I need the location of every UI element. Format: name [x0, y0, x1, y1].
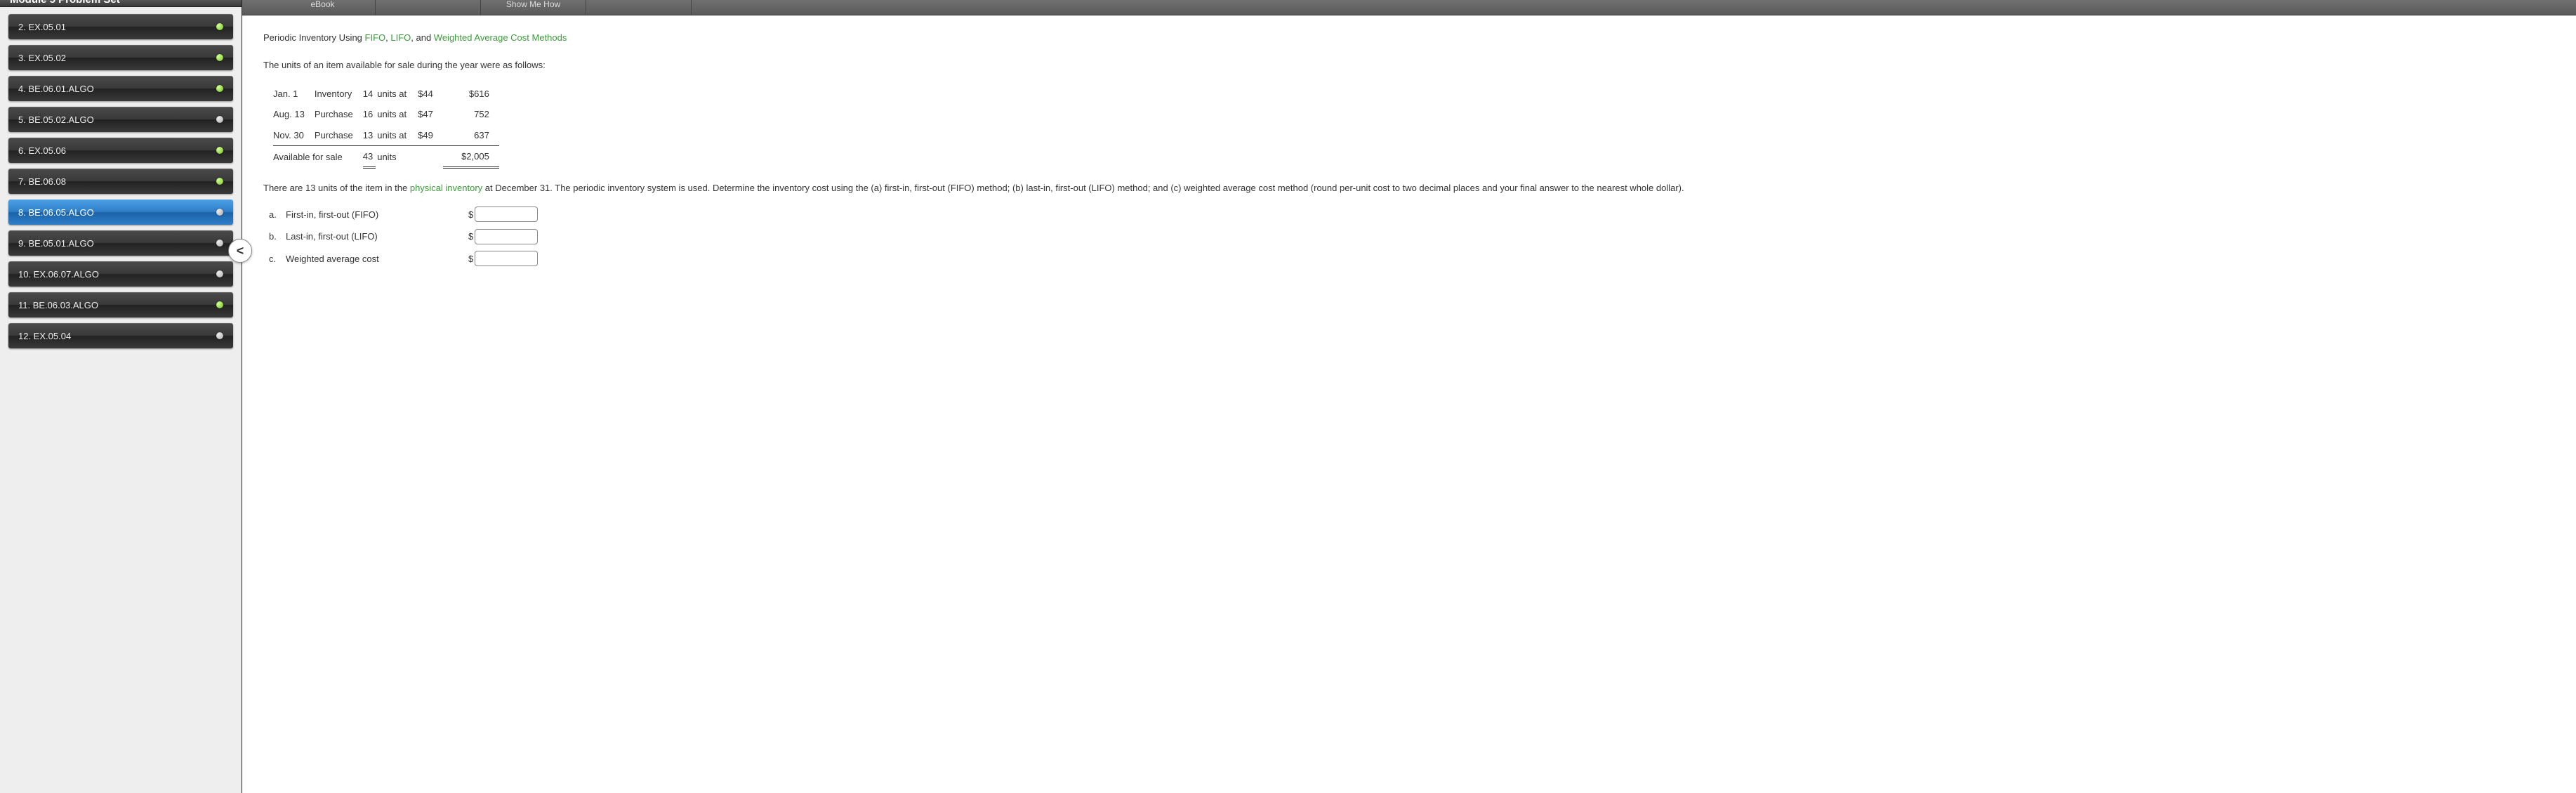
sidebar-item-label: 2. EX.05.01: [18, 22, 216, 32]
check-icon: [216, 85, 223, 92]
sidebar-collapse-button[interactable]: <: [228, 239, 252, 263]
currency-symbol: $: [468, 228, 473, 244]
sidebar-item[interactable]: 2. EX.05.01: [8, 14, 233, 39]
link-physical-inventory[interactable]: physical inventory: [410, 183, 482, 193]
tab-ebook[interactable]: eBook: [270, 0, 376, 15]
check-icon: [216, 301, 223, 308]
sidebar-item-label: 9. BE.05.01.ALGO: [18, 238, 216, 249]
answer-letter: a.: [269, 207, 286, 223]
sidebar-item-label: 3. EX.05.02: [18, 53, 216, 63]
toolbar: eBook Show Me How: [242, 0, 2576, 15]
sidebar-item-label: 4. BE.06.01.ALGO: [18, 84, 216, 94]
dot-icon: [216, 116, 223, 123]
question-body: There are 13 units of the item in the ph…: [263, 180, 2555, 196]
sidebar-list[interactable]: 2. EX.05.01 3. EX.05.02 4. BE.06.01.ALGO 5.…: [0, 7, 242, 793]
sidebar-item[interactable]: 6. EX.05.06: [8, 138, 233, 163]
tab-blank2[interactable]: [586, 0, 692, 15]
answer-label: Last-in, first-out (LIFO): [286, 228, 468, 244]
sidebar-item[interactable]: 11. BE.06.03.ALGO: [8, 292, 233, 317]
main-panel: eBook Show Me How Periodic Inventory Usi…: [242, 0, 2576, 793]
sidebar-item-label: 5. BE.05.02.ALGO: [18, 114, 216, 125]
tab-blank[interactable]: [376, 0, 481, 15]
check-icon: [216, 147, 223, 154]
inventory-table: Jan. 1Inventory14units at$44$616Aug. 13P…: [273, 84, 499, 169]
answer-row: c.Weighted average cost$: [269, 251, 2555, 267]
dot-icon: [216, 270, 223, 277]
answer-input-2[interactable]: [475, 251, 538, 266]
sidebar-item[interactable]: 12. EX.05.04: [8, 323, 233, 348]
intro-text: The units of an item available for sale …: [263, 57, 2555, 73]
answer-input-1[interactable]: [475, 229, 538, 244]
tab-show-me-how[interactable]: Show Me How: [481, 0, 586, 15]
sidebar-item[interactable]: 5. BE.05.02.ALGO: [8, 107, 233, 132]
answer-letter: c.: [269, 251, 286, 267]
sidebar-item-label: 6. EX.05.06: [18, 145, 216, 156]
sidebar-item-label: 10. EX.06.07.ALGO: [18, 269, 216, 280]
sidebar-item-label: 12. EX.05.04: [18, 331, 216, 341]
answer-input-0[interactable]: [475, 207, 538, 222]
table-row: Jan. 1Inventory14units at$44$616: [273, 84, 499, 104]
link-fifo[interactable]: FIFO: [365, 32, 386, 43]
sidebar-title: Module 5 Problem Set: [0, 0, 242, 7]
sidebar-item[interactable]: 7. BE.06.08: [8, 169, 233, 194]
content: Periodic Inventory Using FIFO, LIFO, and…: [242, 15, 2576, 793]
table-total-row: Available for sale43units$2,005: [273, 145, 499, 167]
answer-row: a.First-in, first-out (FIFO)$: [269, 207, 2555, 223]
link-lifo[interactable]: LIFO: [390, 32, 411, 43]
sidebar-item[interactable]: 4. BE.06.01.ALGO: [8, 76, 233, 101]
link-wac[interactable]: Weighted Average Cost Methods: [434, 32, 567, 43]
question-heading: Periodic Inventory Using FIFO, LIFO, and…: [263, 30, 2555, 46]
dot-icon: [216, 240, 223, 247]
check-icon: [216, 54, 223, 61]
sidebar-item-label: 11. BE.06.03.ALGO: [18, 300, 216, 310]
currency-symbol: $: [468, 251, 473, 267]
answers: a.First-in, first-out (FIFO)$b.Last-in, …: [269, 207, 2555, 267]
dot-icon: [216, 332, 223, 339]
sidebar-item[interactable]: 3. EX.05.02: [8, 45, 233, 70]
answer-label: Weighted average cost: [286, 251, 468, 267]
chevron-left-icon: <: [237, 244, 244, 258]
answer-row: b.Last-in, first-out (LIFO)$: [269, 228, 2555, 244]
answer-letter: b.: [269, 228, 286, 244]
sidebar: Module 5 Problem Set 2. EX.05.01 3. EX.05…: [0, 0, 242, 793]
currency-symbol: $: [468, 207, 473, 223]
table-row: Nov. 30Purchase13units at$49637: [273, 125, 499, 146]
sidebar-item[interactable]: 10. EX.06.07.ALGO: [8, 261, 233, 287]
check-icon: [216, 178, 223, 185]
table-row: Aug. 13Purchase16units at$47752: [273, 104, 499, 124]
sidebar-item[interactable]: 8. BE.06.05.ALGO: [8, 199, 233, 225]
sidebar-item-label: 7. BE.06.08: [18, 176, 216, 187]
dot-icon: [216, 209, 223, 216]
check-icon: [216, 23, 223, 30]
sidebar-item-label: 8. BE.06.05.ALGO: [18, 207, 216, 218]
answer-label: First-in, first-out (FIFO): [286, 207, 468, 223]
sidebar-item[interactable]: 9. BE.05.01.ALGO: [8, 230, 233, 256]
